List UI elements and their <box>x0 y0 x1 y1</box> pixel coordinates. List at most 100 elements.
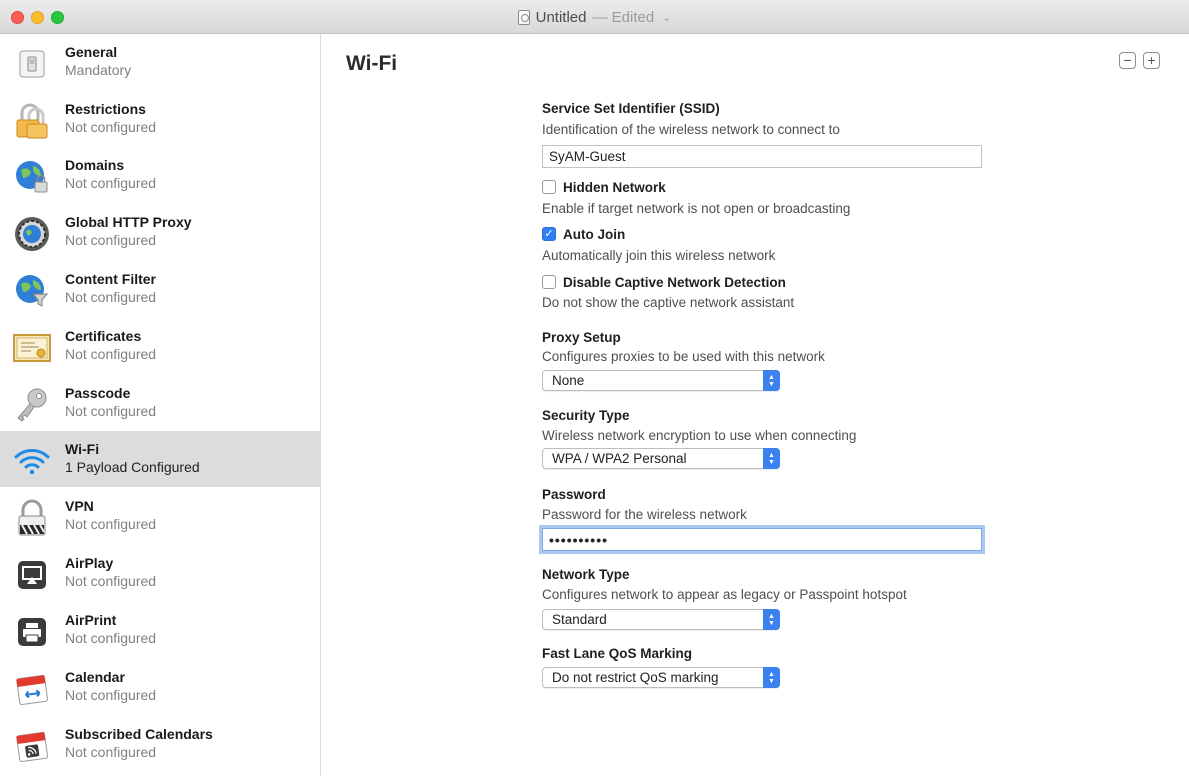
sidebar-item-certificates[interactable]: Certificates Not configured <box>0 318 320 374</box>
sidebar-item-status: Not configured <box>65 232 157 248</box>
calendar-icon <box>12 669 52 709</box>
security-type-select[interactable]: WPA / WPA2 Personal ▲ ▼ <box>542 448 780 469</box>
window-titlebar: Untitled — Edited ⌄ <box>0 0 1189 34</box>
fast-lane-select[interactable]: Do not restrict QoS marking ▲ ▼ <box>542 667 780 688</box>
padlock-icon <box>12 101 52 141</box>
proxy-setup-value: None <box>552 373 585 388</box>
sidebar-item-content-filter[interactable]: Content Filter Not configured <box>0 261 320 317</box>
sidebar-item-restrictions[interactable]: Restrictions Not configured <box>0 91 320 147</box>
auto-join-checkbox[interactable]: ✓ <box>542 227 556 241</box>
certificate-icon <box>12 328 52 368</box>
payload-sidebar: General Mandatory Restrictions Not confi… <box>0 34 321 776</box>
auto-join-description: Automatically join this wireless network <box>542 248 776 263</box>
network-type-description: Configures network to appear as legacy o… <box>542 587 907 602</box>
add-payload-button[interactable]: + <box>1143 52 1160 69</box>
network-type-select[interactable]: Standard ▲ ▼ <box>542 609 780 630</box>
window-title[interactable]: Untitled — Edited ⌄ <box>0 0 1189 34</box>
document-icon <box>517 9 530 25</box>
fast-lane-label: Fast Lane QoS Marking <box>542 646 693 661</box>
sidebar-item-title: Subscribed Calendars <box>65 726 213 742</box>
sidebar-item-title: Calendar <box>65 669 125 685</box>
captive-detection-checkbox[interactable] <box>542 275 556 289</box>
sidebar-item-wifi[interactable]: Wi-Fi 1 Payload Configured <box>0 431 320 487</box>
password-description: Password for the wireless network <box>542 507 747 522</box>
sidebar-item-title: VPN <box>65 498 94 514</box>
vpn-lock-icon <box>12 498 52 538</box>
sidebar-item-status: Not configured <box>65 175 157 191</box>
sidebar-item-status: Not configured <box>65 119 157 135</box>
captive-detection-label: Disable Captive Network Detection <box>563 274 786 290</box>
sidebar-item-title: AirPlay <box>65 555 114 571</box>
hidden-network-label: Hidden Network <box>563 179 666 195</box>
sidebar-item-vpn[interactable]: VPN Not configured <box>0 488 320 544</box>
wifi-payload-panel: Wi-Fi − + Service Set Identifier (SSID) … <box>322 34 1189 776</box>
sidebar-item-status: Not configured <box>65 403 157 419</box>
sidebar-item-title: AirPrint <box>65 612 117 628</box>
sidebar-item-status: Not configured <box>65 346 157 362</box>
printer-icon <box>12 612 52 652</box>
ssid-value: SyAM-Guest <box>549 149 626 164</box>
sidebar-item-status: Mandatory <box>65 62 132 78</box>
sidebar-item-domains[interactable]: Domains Not configured <box>0 147 320 203</box>
password-value: •••••••••• <box>549 532 609 548</box>
sidebar-item-title: Domains <box>65 157 125 173</box>
airplay-icon <box>12 555 52 595</box>
updown-chevron-icon: ▲ ▼ <box>763 370 780 391</box>
globe-filter-icon <box>12 271 52 311</box>
sidebar-item-status: Not configured <box>65 289 157 305</box>
edited-status: — Edited <box>592 8 655 26</box>
security-type-value: WPA / WPA2 Personal <box>552 451 687 466</box>
updown-chevron-icon: ▲ ▼ <box>763 609 780 630</box>
sidebar-item-title: General <box>65 44 118 60</box>
proxy-globe-icon <box>12 214 52 254</box>
hidden-network-checkbox[interactable] <box>542 180 556 194</box>
security-type-description: Wireless network encryption to use when … <box>542 428 857 443</box>
sidebar-item-calendar[interactable]: Calendar Not configured <box>0 659 320 715</box>
captive-detection-checkbox-row[interactable]: Disable Captive Network Detection <box>542 273 786 291</box>
sidebar-item-title: Passcode <box>65 385 131 401</box>
sidebar-item-passcode[interactable]: Passcode Not configured <box>0 375 320 431</box>
wifi-icon <box>12 441 52 481</box>
fast-lane-value: Do not restrict QoS marking <box>552 670 719 685</box>
sidebar-item-title: Content Filter <box>65 271 156 287</box>
security-type-label: Security Type <box>542 408 630 423</box>
subscribed-calendar-icon <box>12 726 52 766</box>
hidden-network-description: Enable if target network is not open or … <box>542 201 851 216</box>
network-type-value: Standard <box>552 612 607 627</box>
sidebar-item-airprint[interactable]: AirPrint Not configured <box>0 602 320 658</box>
key-icon <box>12 385 52 425</box>
ssid-description: Identification of the wireless network t… <box>542 122 840 137</box>
remove-payload-button[interactable]: − <box>1119 52 1136 69</box>
sidebar-item-status: Not configured <box>65 744 157 760</box>
password-label: Password <box>542 487 606 502</box>
ssid-field[interactable]: SyAM-Guest <box>542 145 982 168</box>
auto-join-checkbox-row[interactable]: ✓ Auto Join <box>542 225 625 243</box>
sidebar-item-airplay[interactable]: AirPlay Not configured <box>0 545 320 601</box>
proxy-setup-label: Proxy Setup <box>542 330 621 345</box>
chevron-down-icon[interactable]: ⌄ <box>662 11 671 24</box>
proxy-setup-description: Configures proxies to be used with this … <box>542 349 825 364</box>
sidebar-item-title: Restrictions <box>65 101 146 117</box>
ssid-label: Service Set Identifier (SSID) <box>542 101 720 116</box>
sidebar-item-title: Global HTTP Proxy <box>65 214 192 230</box>
sidebar-item-status: Not configured <box>65 573 157 589</box>
network-type-label: Network Type <box>542 567 630 582</box>
window-title-text: Untitled <box>535 8 587 26</box>
auto-join-label: Auto Join <box>563 226 626 242</box>
sidebar-item-status: Not configured <box>65 630 157 646</box>
general-switch-icon <box>12 44 52 84</box>
globe-lock-icon <box>12 157 52 197</box>
sidebar-item-general[interactable]: General Mandatory <box>0 34 320 90</box>
sidebar-item-status: Not configured <box>65 687 157 703</box>
sidebar-item-status: 1 Payload Configured <box>65 459 200 475</box>
hidden-network-checkbox-row[interactable]: Hidden Network <box>542 178 666 196</box>
sidebar-item-global-http-proxy[interactable]: Global HTTP Proxy Not configured <box>0 204 320 260</box>
sidebar-item-subscribed-calendars[interactable]: Subscribed Calendars Not configured <box>0 716 320 772</box>
updown-chevron-icon: ▲ ▼ <box>763 448 780 469</box>
password-field[interactable]: •••••••••• <box>542 528 982 551</box>
captive-detection-description: Do not show the captive network assistan… <box>542 295 795 310</box>
proxy-setup-select[interactable]: None ▲ ▼ <box>542 370 780 391</box>
sidebar-item-status: Not configured <box>65 516 157 532</box>
updown-chevron-icon: ▲ ▼ <box>763 667 780 688</box>
sidebar-item-title: Certificates <box>65 328 142 344</box>
